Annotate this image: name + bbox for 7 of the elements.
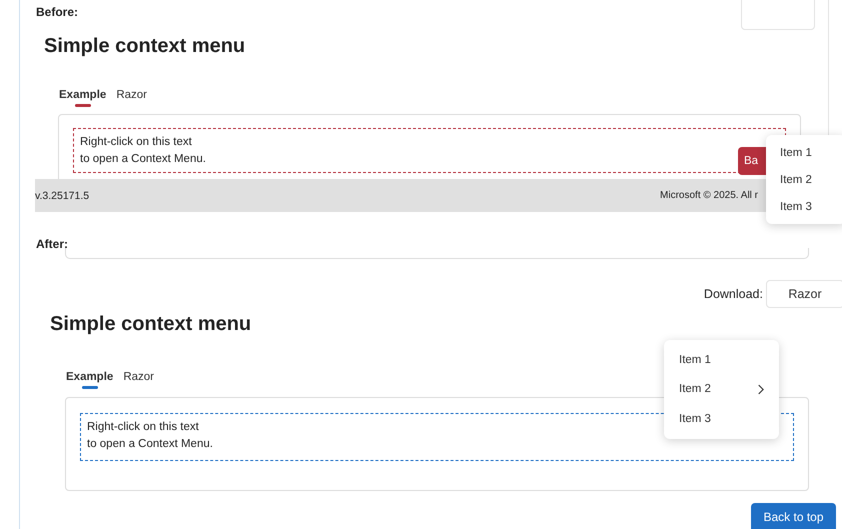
- page-heading: Simple context menu: [44, 35, 246, 58]
- page-heading: Simple context menu: [50, 313, 252, 336]
- section-label: After:: [36, 237, 68, 251]
- copyright-text: Microsoft © 2025. All r: [660, 190, 758, 201]
- section-label: Before:: [36, 5, 78, 19]
- version-text: v.3.25171.5: [35, 190, 90, 202]
- download-label: Download:: [704, 287, 763, 301]
